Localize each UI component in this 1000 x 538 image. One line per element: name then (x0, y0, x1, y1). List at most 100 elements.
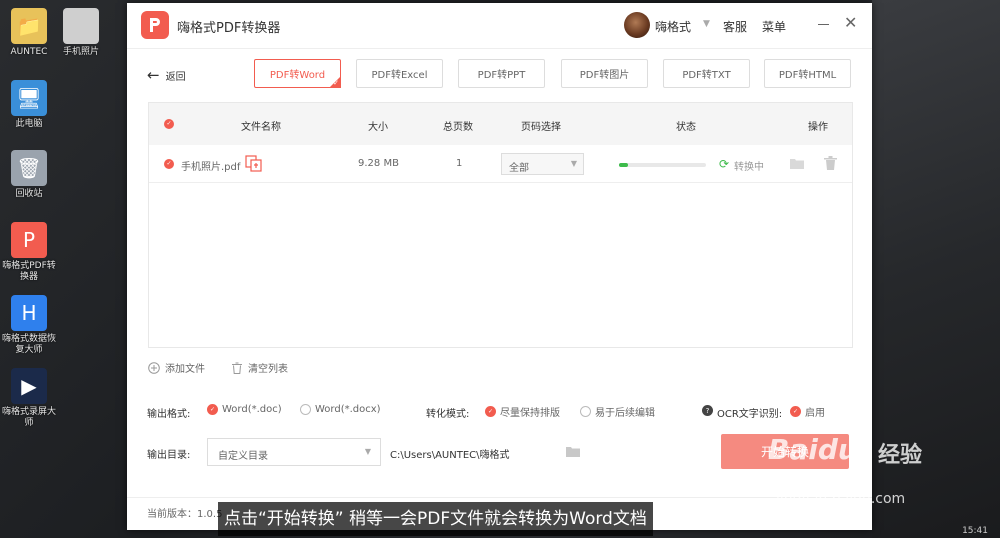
baidu-jingyan-watermark: Baidu 经验 jingyan.baidu.com (768, 433, 958, 518)
page-range-select[interactable]: 全部 ▼ (501, 153, 584, 175)
radio-checked-icon: ✓ (485, 406, 496, 417)
clear-list-label: 清空列表 (248, 364, 288, 375)
title-bar: 嗨格式PDF转换器 嗨格式 ▼ 客服 菜单 ✕ (127, 3, 872, 49)
clear-list-button[interactable]: 清空列表 (231, 360, 288, 375)
tab-label: PDF转TXT (682, 70, 731, 81)
mode-easy-edit-radio[interactable]: 易于后续编辑 (580, 404, 655, 419)
select-all-checkbox[interactable]: ✓ (164, 119, 174, 129)
minimize-button[interactable] (817, 15, 831, 33)
conversion-progress (619, 163, 706, 167)
header-actions: 操作 (808, 122, 828, 133)
ocr-enable-checkbox[interactable]: ✓ 启用 (790, 404, 825, 419)
header-page-select: 页码选择 (521, 122, 561, 133)
watermark-suffix: 经验 (878, 443, 923, 468)
watermark-brand: Baidu (768, 433, 858, 466)
tab-label: PDF转HTML (778, 70, 837, 81)
folder-icon[interactable] (566, 446, 580, 457)
desktop-icon-recycle-bin[interactable]: 🗑 回收站 (0, 150, 58, 200)
back-label: 返回 (165, 71, 186, 83)
add-file-button[interactable]: 添加文件 (148, 360, 205, 375)
computer-icon: 🖥 (11, 80, 47, 116)
chevron-down-icon: ▼ (570, 159, 577, 168)
loading-spinner-icon: ⟳ (719, 157, 730, 171)
avatar[interactable] (624, 12, 650, 38)
format-doc-label: Word(*.doc) (222, 404, 282, 415)
username[interactable]: 嗨格式 (655, 18, 691, 35)
desktop-icon-data-recovery[interactable]: H 嗨格式数据恢复大师 (0, 295, 58, 356)
status-text: 转换中 (734, 162, 764, 173)
desktop-icon-photos[interactable]: 手机照片 (52, 8, 110, 58)
app-logo-icon (141, 11, 169, 39)
tray-clock: 15:41 (962, 526, 988, 536)
add-file-label: 添加文件 (165, 364, 205, 375)
format-docx-radio[interactable]: Word(*.docx) (300, 404, 381, 415)
tab-pdf-to-html[interactable]: PDF转HTML (764, 59, 851, 88)
trash-icon (232, 362, 242, 374)
watermark-url: jingyan.baidu.com (776, 491, 906, 507)
pdf-converter-logo-icon: P (11, 222, 47, 258)
format-doc-radio[interactable]: ✓ Word(*.doc) (207, 404, 282, 415)
header-status: 状态 (676, 122, 696, 133)
output-path: C:\Users\AUNTEC\嗨格式 (390, 450, 510, 461)
output-dir-select[interactable]: 自定义目录 ▼ (207, 438, 381, 466)
output-dir-value: 自定义目录 (218, 451, 268, 462)
mode-easy-edit-label: 易于后续编辑 (595, 408, 655, 419)
chevron-down-icon: ▼ (364, 447, 371, 456)
data-recovery-logo-icon: H (11, 295, 47, 331)
tab-label: PDF转PPT (477, 70, 526, 81)
user-folder-icon: 📁 (11, 8, 47, 44)
close-button[interactable]: ✕ (844, 14, 857, 32)
output-format-label: 输出格式: (147, 409, 191, 420)
page-range-value: 全部 (509, 163, 529, 174)
mode-keep-layout-radio[interactable]: ✓ 尽量保持排版 (485, 404, 560, 419)
app-window: 嗨格式PDF转换器 嗨格式 ▼ 客服 菜单 ✕ ← 返回 PDF转Word ✓ … (127, 3, 872, 530)
check-icon: ✓ (333, 79, 339, 87)
video-subtitle: 点击“开始转换” 稍等一会PDF文件就会转换为Word文档 (218, 502, 653, 536)
tab-pdf-to-ppt[interactable]: PDF转PPT (458, 59, 545, 88)
desktop-icon-pdf-converter[interactable]: P 嗨格式PDF转换器 (0, 222, 58, 283)
plus-circle-icon (148, 361, 160, 374)
tab-pdf-to-excel[interactable]: PDF转Excel (356, 59, 443, 88)
radio-unchecked-icon (580, 406, 591, 417)
desktop-icon-this-pc[interactable]: 🖥 此电脑 (0, 80, 58, 130)
delete-icon[interactable] (824, 156, 837, 170)
chevron-down-icon[interactable]: ▼ (703, 19, 710, 29)
menu-button[interactable]: 菜单 (762, 18, 786, 35)
file-size: 9.28 MB (358, 158, 399, 169)
back-button[interactable]: ← 返回 (147, 66, 186, 84)
tab-label: PDF转Word (269, 70, 326, 81)
table-header: ✓ 文件名称 大小 总页数 页码选择 状态 操作 (149, 103, 852, 145)
format-docx-label: Word(*.docx) (315, 404, 381, 415)
checkbox-checked-icon: ✓ (790, 406, 801, 417)
row-checkbox[interactable]: ✓ (164, 159, 174, 169)
tab-pdf-to-txt[interactable]: PDF转TXT (663, 59, 750, 88)
tab-label: PDF转Excel (371, 70, 428, 81)
header-size: 大小 (368, 122, 388, 133)
app-title: 嗨格式PDF转换器 (177, 21, 281, 36)
arrow-left-icon: ← (147, 66, 160, 84)
ocr-enable-label: 启用 (805, 408, 825, 419)
open-folder-icon[interactable] (790, 158, 804, 169)
screen-recorder-logo-icon: ▶ (11, 368, 47, 404)
file-copy-icon[interactable] (245, 155, 263, 172)
file-table: ✓ 文件名称 大小 总页数 页码选择 状态 操作 ✓ 手机照片.pdf 9.28… (148, 102, 853, 348)
header-file-name: 文件名称 (241, 122, 281, 133)
tab-pdf-to-image[interactable]: PDF转图片 (561, 59, 648, 88)
recycle-bin-icon: 🗑 (11, 150, 47, 186)
mode-keep-layout-label: 尽量保持排版 (500, 408, 560, 419)
footer-divider (127, 497, 872, 498)
desktop-icon-screen-recorder[interactable]: ▶ 嗨格式录屏大师 (0, 368, 58, 429)
radio-checked-icon: ✓ (207, 404, 218, 415)
radio-unchecked-icon (300, 404, 311, 415)
help-icon[interactable]: ? (702, 405, 713, 416)
progress-fill (619, 163, 628, 167)
desktop-icon-auntec[interactable]: 📁 AUNTEC (0, 8, 58, 58)
tab-pdf-to-word[interactable]: PDF转Word ✓ (254, 59, 341, 88)
file-pages: 1 (456, 158, 463, 169)
file-name: 手机照片.pdf (181, 162, 241, 173)
header-pages: 总页数 (443, 122, 473, 133)
table-row: ✓ 手机照片.pdf 9.28 MB 1 全部 ▼ ⟳ 转换中 (149, 145, 852, 183)
photo-file-icon (63, 8, 99, 44)
version-text: 当前版本：1.0.5 (147, 509, 223, 520)
customer-service-button[interactable]: 客服 (723, 18, 747, 35)
